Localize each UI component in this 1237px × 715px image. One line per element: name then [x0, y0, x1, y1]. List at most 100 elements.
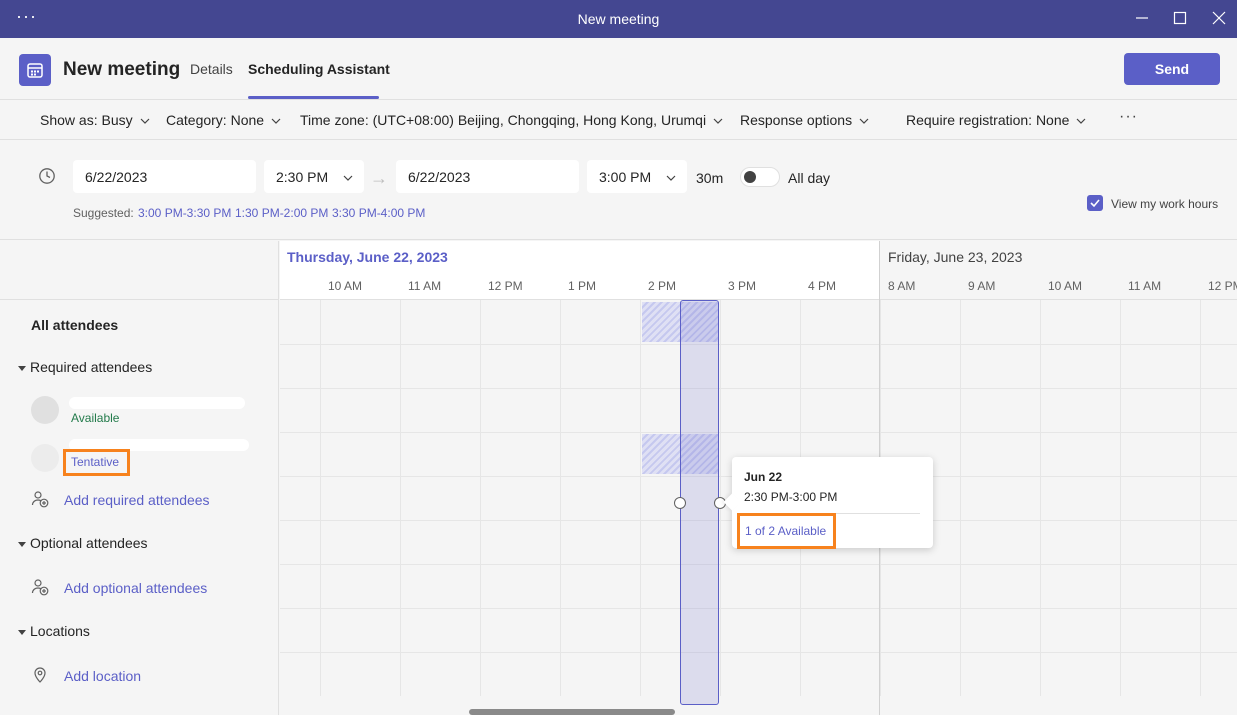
grid-row-line	[280, 608, 1237, 609]
time-zone-label: Time zone: (UTC+08:00) Beijing, Chongqin…	[300, 112, 707, 128]
end-time-value: 3:00 PM	[599, 169, 652, 185]
attendee-panel: All attendees Required attendees Availab…	[0, 241, 279, 715]
add-location-link[interactable]: Add location	[64, 668, 141, 684]
hour-label: 9 AM	[968, 279, 996, 293]
calendar-app-icon	[19, 54, 51, 86]
grid-hour-line	[640, 300, 641, 696]
hour-label: 10 AM	[328, 279, 363, 293]
grid-hour-line	[480, 300, 481, 696]
grid-row-line	[280, 564, 1237, 565]
category-dropdown[interactable]: Category: None	[166, 112, 282, 128]
grid-row-line	[280, 652, 1237, 653]
calendar-icon	[27, 63, 43, 78]
start-date-field[interactable]: 6/22/2023	[73, 160, 256, 193]
response-options-dropdown[interactable]: Response options	[740, 112, 870, 128]
required-attendees-section[interactable]: Required attendees	[18, 359, 152, 375]
date-time-row: 6/22/2023 2:30 PM → 6/22/2023 3:00 PM 30…	[0, 140, 1237, 240]
maximize-icon	[1173, 11, 1187, 25]
duration-label: 30m	[696, 170, 724, 186]
require-registration-label: Require registration: None	[906, 112, 1070, 128]
end-date-field[interactable]: 6/22/2023	[396, 160, 579, 193]
resize-handle-start[interactable]	[674, 497, 686, 509]
grid-hour-line	[960, 300, 961, 696]
send-button[interactable]: Send	[1124, 53, 1220, 85]
hour-label: 3 PM	[728, 279, 757, 293]
suggested-time-link[interactable]: 1:30 PM-2:00 PM	[235, 206, 328, 220]
chevron-down-icon	[270, 115, 282, 127]
maximize-button[interactable]	[1170, 8, 1190, 28]
optional-attendees-section[interactable]: Optional attendees	[18, 535, 148, 551]
suggested-time-link[interactable]: 3:30 PM-4:00 PM	[332, 206, 425, 220]
minimize-icon	[1136, 17, 1148, 19]
add-required-attendees-link[interactable]: Add required attendees	[64, 492, 210, 508]
add-person-icon	[31, 490, 49, 508]
hour-label: 12 PM	[1208, 279, 1237, 293]
redacted-attendee-name	[69, 397, 245, 409]
show-as-dropdown[interactable]: Show as: Busy	[40, 112, 151, 128]
title-bar: ··· New meeting	[0, 0, 1237, 38]
hour-label: 1 PM	[568, 279, 597, 293]
day-label-next: Friday, June 23, 2023	[888, 249, 1023, 265]
work-hours-checkbox[interactable]	[1087, 195, 1103, 211]
toggle-knob	[744, 171, 756, 183]
end-time-dropdown[interactable]: 3:00 PM	[587, 160, 687, 193]
add-optional-attendees-link[interactable]: Add optional attendees	[64, 580, 207, 596]
tooltip-availability-link[interactable]: 1 of 2 Available	[737, 513, 836, 549]
require-registration-dropdown[interactable]: Require registration: None	[906, 112, 1087, 128]
caret-down-icon	[18, 629, 26, 635]
grid-hour-line	[320, 300, 321, 696]
hour-label: 8 AM	[888, 279, 916, 293]
page-title: New meeting	[63, 59, 181, 80]
hour-label: 11 AM	[408, 279, 442, 293]
close-icon	[1212, 11, 1226, 25]
day-label-today: Thursday, June 22, 2023	[287, 249, 448, 265]
meeting-options-bar: Show as: Busy Category: None Time zone: …	[0, 99, 1237, 140]
attendee-status-tentative: Tentative	[63, 449, 130, 476]
tooltip-time: 2:30 PM-3:00 PM	[744, 490, 838, 504]
response-options-label: Response options	[740, 112, 853, 128]
all-day-toggle[interactable]	[740, 167, 780, 187]
hour-label: 10 AM	[1048, 279, 1083, 293]
attendee-panel-header	[0, 241, 279, 300]
location-pin-icon	[31, 666, 49, 684]
window-title: New meeting	[577, 11, 660, 27]
tab-scheduling-assistant[interactable]: Scheduling Assistant	[248, 61, 390, 77]
grid-row-line	[280, 344, 1237, 345]
more-options-button[interactable]: ···	[1119, 108, 1138, 126]
all-day-label: All day	[788, 170, 831, 186]
add-person-icon	[31, 578, 49, 596]
required-attendees-label: Required attendees	[30, 359, 153, 375]
horizontal-scrollbar[interactable]	[469, 709, 675, 715]
time-zone-dropdown[interactable]: Time zone: (UTC+08:00) Beijing, Chongqin…	[300, 112, 724, 128]
grid-hour-line	[560, 300, 561, 696]
availability-tooltip: Jun 22 2:30 PM-3:00 PM 1 of 2 Available	[723, 457, 933, 549]
caret-down-icon	[18, 365, 26, 371]
locations-section[interactable]: Locations	[18, 623, 90, 639]
attendee-status-available: Available	[71, 411, 120, 425]
chevron-down-icon	[139, 115, 151, 127]
hour-label: 11 AM	[1128, 279, 1162, 293]
grid-hour-line	[1200, 300, 1201, 696]
meeting-header: New meeting Details Scheduling Assistant…	[0, 38, 1237, 99]
start-time-dropdown[interactable]: 2:30 PM	[264, 160, 364, 193]
tab-details[interactable]: Details	[190, 61, 233, 77]
suggested-label: Suggested:	[73, 206, 134, 220]
close-button[interactable]	[1209, 8, 1229, 28]
all-attendees-label: All attendees	[31, 317, 119, 333]
hour-label: 4 PM	[808, 279, 837, 293]
avatar	[31, 444, 59, 472]
work-hours-label: View my work hours	[1111, 197, 1219, 211]
grid-row-line	[280, 388, 1237, 389]
checkmark-icon	[1090, 199, 1100, 208]
grid-hour-line	[1040, 300, 1041, 696]
category-label: Category: None	[166, 112, 265, 128]
minimize-button[interactable]	[1132, 8, 1152, 28]
tooltip-date: Jun 22	[744, 470, 783, 484]
hour-label: 12 PM	[488, 279, 523, 293]
suggested-time-link[interactable]: 3:00 PM-3:30 PM	[138, 206, 231, 220]
grid-hour-line	[400, 300, 401, 696]
arrow-right-icon: →	[370, 168, 388, 188]
chevron-down-icon	[1075, 115, 1087, 127]
timeline-header: Thursday, June 22, 2023 Friday, June 23,…	[280, 241, 1237, 300]
chevron-down-icon	[858, 115, 870, 127]
